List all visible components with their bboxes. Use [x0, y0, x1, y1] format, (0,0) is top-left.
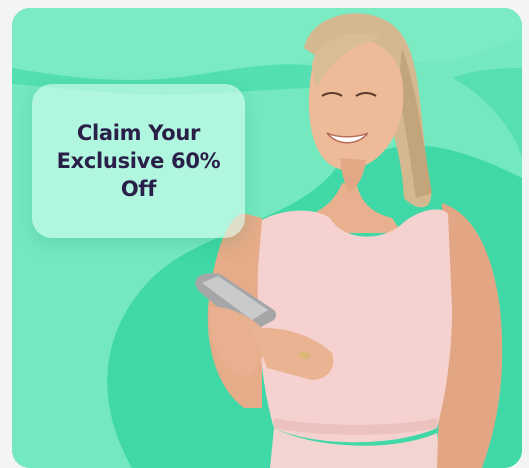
- promo-offer-box[interactable]: Claim Your Exclusive 60% Off: [32, 84, 245, 238]
- promo-banner-card[interactable]: Claim Your Exclusive 60% Off: [12, 8, 522, 468]
- promo-headline: Claim Your Exclusive 60% Off: [56, 121, 221, 201]
- woman-smiling-with-smartphone-photo: [195, 13, 503, 468]
